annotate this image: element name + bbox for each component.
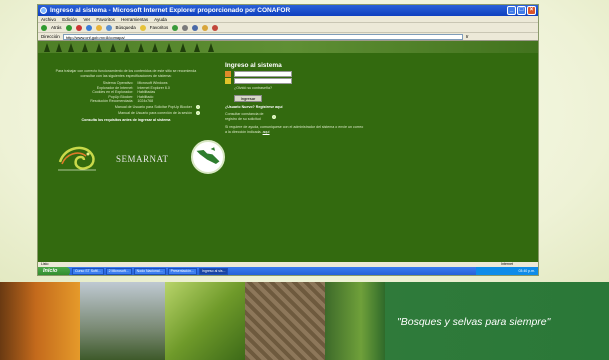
conafor-logo [191,140,225,174]
menu-archivo[interactable]: Archivo [41,17,56,22]
mail-icon[interactable] [182,24,189,31]
pine-photo [325,282,385,360]
username-input[interactable] [234,70,292,77]
menu-ver[interactable]: Ver [83,17,90,22]
favorites-label[interactable]: Favoritos [150,23,169,33]
folder-icon[interactable] [202,24,209,31]
tree-icon [152,43,158,52]
semarnat-logo-text: SEMARNAT [116,154,169,164]
taskbar-item[interactable]: Presentación... [167,268,197,275]
help-link[interactable]: aquí [263,130,270,134]
login-title: Ingreso al sistema [225,62,282,69]
menu-edicion[interactable]: Edición [62,17,77,22]
tree-icon [208,43,214,52]
tree-icon [56,43,62,52]
forest-banner [38,41,538,53]
help-text: Si requiere de ayuda, comuníquese con el… [225,124,364,134]
forest-canopy-photo [80,282,165,360]
tree-icon [180,43,186,52]
photo-strip: "Bosques y selvas para siempre" [0,282,609,360]
menu-favoritos[interactable]: Favoritos [96,17,115,22]
manual-popup-option[interactable]: Manual de Usuario para Solicitar PopUp B… [52,105,200,110]
address-label: Dirección [41,33,60,39]
menu-ayuda[interactable]: Ayuda [154,17,167,22]
new-user-link[interactable]: ¿Usuario Nuevo? Regístrese aquí [225,105,365,110]
tree-icon [68,43,74,52]
maximize-button[interactable]: □ [517,6,526,15]
tree-icon [82,43,88,52]
tree-icon [44,43,50,52]
radio-popup[interactable] [196,105,200,110]
cracked-soil-photo [245,282,325,360]
close-button[interactable]: × [527,6,536,15]
clock: 03:40 p.m. [518,269,535,273]
taskbar-item[interactable]: Curso ST Softl... [72,268,104,275]
taskbar: Inicio Curso ST Softl... 2 Microsoft... … [38,267,538,275]
registration-check-text: Consultar constancia de registro de su s… [225,111,264,121]
login-panel: Ingreso al sistema ¿Olvidó su contraseña… [225,62,365,135]
table-row: Resolución Recomendada: 1024x768 [90,99,154,104]
tree-icon [124,43,130,52]
chameleon-logo [58,146,96,171]
radio-session[interactable] [196,111,200,116]
search-icon[interactable] [105,24,112,31]
search-label[interactable]: Búsqueda [116,23,136,33]
system-tray: 03:40 p.m. [476,267,538,275]
ie-icon [40,7,47,14]
toolbar: Atrás Búsqueda Favoritos [38,23,538,33]
stop-icon[interactable] [75,24,82,31]
address-input[interactable]: http://www.cnf.gob.mx:8/comapa/ [62,33,463,40]
tree-icon [166,43,172,52]
tree-icon [96,43,102,52]
page-content: Para trabajar con correcto funcionamient… [38,41,538,262]
login-button[interactable]: Ingresar [234,94,262,102]
requirements-panel: Para trabajar con correcto funcionamient… [52,69,200,123]
window-title: Ingreso al sistema - Microsoft Internet … [50,7,291,14]
registration-check-icon[interactable] [272,114,276,119]
status-text: Listo [41,262,49,266]
messenger-icon[interactable] [212,24,219,31]
taskbar-item[interactable]: 2 Microsoft... [105,268,132,275]
history-icon[interactable] [172,24,179,31]
taskbar-item-active[interactable]: Ingreso al sis... [198,268,229,275]
fern-photo [165,282,245,360]
password-input[interactable] [234,77,292,84]
back-arrow-icon[interactable] [41,24,47,31]
sunset-tree-photo [0,282,80,360]
slide-motto: "Bosques y selvas para siempre" [397,316,551,328]
logos-area: SEMARNAT [56,136,256,184]
tree-icon [110,43,116,52]
print-icon[interactable] [192,24,199,31]
start-button[interactable]: Inicio [38,267,70,275]
forward-arrow-icon[interactable] [65,24,72,31]
mexico-map-icon [196,147,220,165]
menu-herramientas[interactable]: Herramientas [121,17,148,22]
requirements-table: Sistema Operativo: Microsoft Windows Expl… [52,81,200,104]
user-icon [225,70,231,77]
refresh-icon[interactable] [85,24,92,31]
favorites-star-icon[interactable] [139,24,146,31]
requirements-warning: Consulta los requisitos antes de ingresa… [81,117,171,122]
forgot-password-link[interactable]: ¿Olvidó su contraseña? [234,86,365,90]
go-button[interactable]: Ir [466,33,469,41]
tree-icon [194,43,200,52]
taskbar-item[interactable]: Nodo Nacional... [133,268,166,275]
manual-session-option[interactable]: Manual de Usuario para conexión de la se… [52,111,200,116]
back-label[interactable]: Atrás [51,23,62,33]
home-icon[interactable] [95,24,102,31]
lock-icon [225,77,231,84]
window-titlebar: Ingreso al sistema - Microsoft Internet … [38,5,538,16]
addressbar: Dirección http://www.cnf.gob.mx:8/comapa… [38,33,538,41]
menubar: Archivo Edición Ver Favoritos Herramient… [38,16,538,23]
requirements-intro: Para trabajar con correcto funcionamient… [55,69,197,78]
browser-screenshot: Ingreso al sistema - Microsoft Internet … [37,4,539,276]
tree-icon [138,43,144,52]
minimize-button[interactable]: _ [507,6,516,15]
